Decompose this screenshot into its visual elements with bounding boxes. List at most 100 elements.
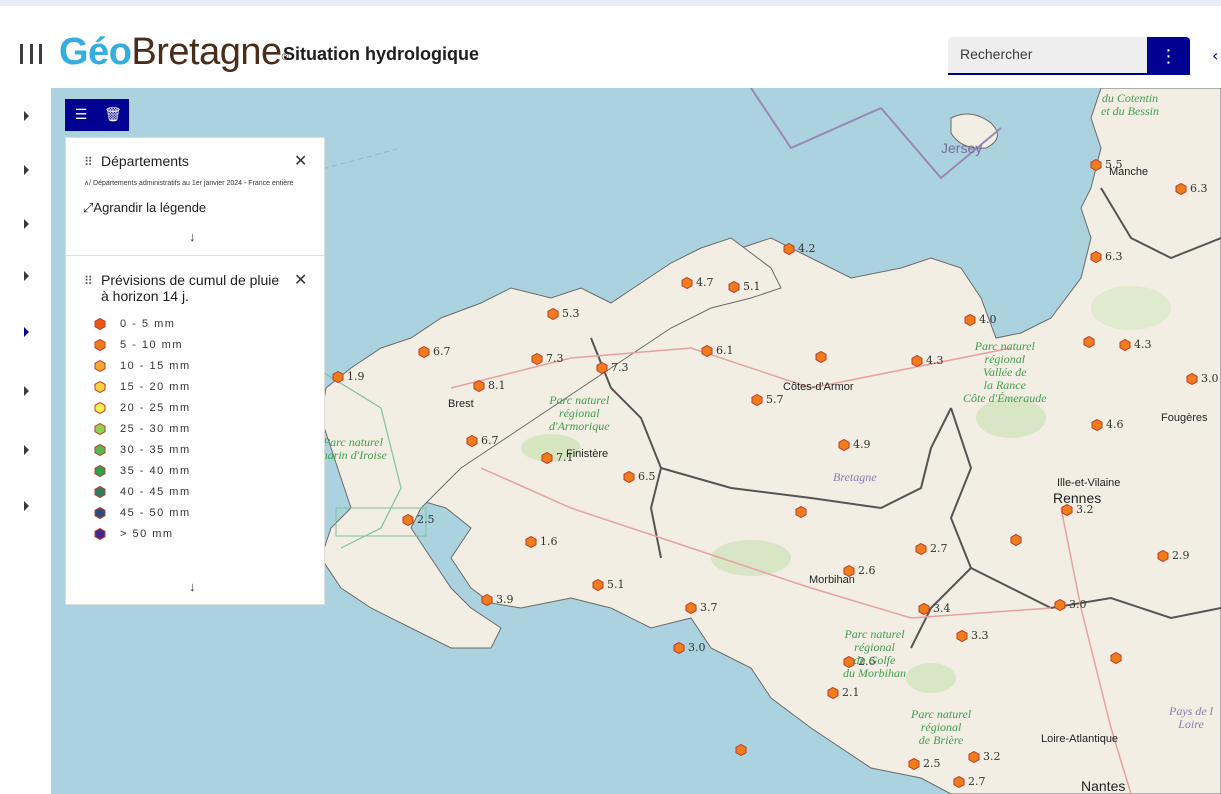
app-title: Situation hydrologique bbox=[283, 44, 479, 64]
legend-class-label: 30 - 35 mm bbox=[120, 444, 191, 456]
station-value: 8.1 bbox=[488, 379, 506, 392]
legend-class-item: 30 - 35 mm bbox=[94, 442, 294, 458]
hamburger-menu-icon[interactable] bbox=[20, 44, 42, 64]
park-golfe-label: Parc naturel régional du Golfe du Morbihan bbox=[843, 627, 906, 680]
arrow-down-icon[interactable]: ↓ bbox=[189, 579, 196, 594]
region-pays-de-loire: Pays de l Loire bbox=[1169, 704, 1213, 731]
station-value: 3.0 bbox=[1201, 372, 1219, 385]
station-value: 2.5 bbox=[417, 513, 435, 526]
hexagon-icon bbox=[94, 486, 106, 498]
sidebar-expand-icon[interactable] bbox=[24, 327, 29, 337]
close-icon[interactable]: ✕ bbox=[294, 151, 307, 171]
drag-handle-icon[interactable]: ⠿ bbox=[84, 155, 93, 169]
legend-class-item: 15 - 20 mm bbox=[94, 379, 294, 395]
legend-layer-title: Prévisions de cumul de pluie à horizon 1… bbox=[101, 272, 280, 304]
place-cotes-darmor: Côtes-d'Armor bbox=[783, 381, 854, 393]
station-value: 6.5 bbox=[638, 470, 656, 483]
station-value: 4.6 bbox=[1106, 418, 1124, 431]
expand-legend-link[interactable]: ⤢Agrandir la légende bbox=[83, 200, 206, 216]
place-brest: Brest bbox=[448, 398, 474, 410]
legend-class-label: 35 - 40 mm bbox=[120, 465, 191, 477]
legend-class-item: 25 - 30 mm bbox=[94, 421, 294, 437]
trash-icon[interactable]: 🗑 bbox=[97, 99, 129, 131]
station-value: 7.3 bbox=[611, 361, 629, 374]
station-value: 6.1 bbox=[716, 344, 734, 357]
legend-class-item: 40 - 45 mm bbox=[94, 484, 294, 500]
station-value: 7.3 bbox=[546, 352, 564, 365]
line-icon: ∧/ bbox=[84, 180, 94, 187]
station-value: 4.9 bbox=[853, 438, 871, 451]
legend-class-label: 5 - 10 mm bbox=[120, 339, 184, 351]
legend-class-label: 45 - 50 mm bbox=[120, 507, 191, 519]
station-value: 4.3 bbox=[1134, 338, 1152, 351]
place-rennes: Rennes bbox=[1053, 490, 1102, 506]
search-input[interactable]: Rechercher bbox=[948, 37, 1147, 75]
legend-class-item: 45 - 50 mm bbox=[94, 505, 294, 521]
station-value: 6.3 bbox=[1190, 182, 1208, 195]
legend-class-label: 25 - 30 mm bbox=[120, 423, 191, 435]
divider bbox=[66, 255, 324, 256]
hexagon-icon bbox=[94, 528, 106, 540]
vertical-dots-icon[interactable]: ⋮ bbox=[1147, 37, 1190, 75]
sidebar-expand-icon[interactable] bbox=[24, 271, 29, 281]
place-bretagne: Bretagne bbox=[833, 470, 877, 484]
sidebar-expand-icon[interactable] bbox=[24, 501, 29, 511]
park-rance-label: Parc naturel régional Vallée de la Rance Côt… bbox=[963, 339, 1047, 405]
station-value: 6.7 bbox=[481, 434, 499, 447]
station-value: 3.7 bbox=[700, 601, 718, 614]
station-value: 3.0 bbox=[1069, 598, 1087, 611]
station-value: 1.6 bbox=[540, 535, 558, 548]
legend-class-label: > 50 mm bbox=[120, 528, 174, 540]
legend-class-item: > 50 mm bbox=[94, 526, 294, 542]
hexagon-icon bbox=[94, 423, 106, 435]
station-value: 4.2 bbox=[798, 242, 816, 255]
legend-class-item: 35 - 40 mm bbox=[94, 463, 294, 479]
sidebar-expand-icon[interactable] bbox=[24, 219, 29, 229]
list-icon[interactable]: ☰ bbox=[65, 99, 97, 131]
station-value: 3.2 bbox=[983, 750, 1001, 763]
station-value: 6.7 bbox=[433, 345, 451, 358]
place-ille-et-vilaine: Ille-et-Vilaine bbox=[1057, 477, 1121, 489]
legend-class-label: 40 - 45 mm bbox=[120, 486, 191, 498]
arrow-down-icon[interactable]: ↓ bbox=[189, 229, 196, 244]
station-value: 3.0 bbox=[688, 641, 706, 654]
legend-class-item: 20 - 25 mm bbox=[94, 400, 294, 416]
hexagon-icon bbox=[94, 360, 106, 372]
station-value: 5.7 bbox=[766, 393, 784, 406]
sidebar-expand-icon[interactable] bbox=[24, 445, 29, 455]
legend-class-label: 15 - 20 mm bbox=[120, 381, 191, 393]
place-fougeres: Fougères bbox=[1161, 412, 1208, 424]
hexagon-icon bbox=[94, 339, 106, 351]
legend-class-item: 0 - 5 mm bbox=[94, 316, 294, 332]
park-iroise-label: Parc naturel marin d'Iroise bbox=[319, 435, 387, 462]
station-value: 3.9 bbox=[496, 593, 514, 606]
sidebar-expand-icon[interactable] bbox=[24, 386, 29, 396]
place-loire-atlantique: Loire-Atlantique bbox=[1041, 733, 1119, 745]
station-value: 4.7 bbox=[696, 276, 714, 289]
station-value: 6.3 bbox=[1105, 250, 1123, 263]
drag-handle-icon[interactable]: ⠿ bbox=[84, 274, 93, 288]
close-icon[interactable]: ✕ bbox=[294, 270, 307, 290]
legend-class-item: 5 - 10 mm bbox=[94, 337, 294, 353]
chevron-left-icon[interactable]: ‹ bbox=[1212, 46, 1218, 65]
legend-layer-subtitle: ∧/ Départements administratifs au 1er ja… bbox=[84, 180, 294, 187]
legend-toolbar: ☰ 🗑 bbox=[65, 99, 129, 131]
hexagon-icon bbox=[94, 444, 106, 456]
hexagon-icon bbox=[94, 465, 106, 477]
place-jersey: Jersey bbox=[941, 140, 983, 156]
legend-layer-title: Départements bbox=[101, 153, 189, 169]
station-value: 3.3 bbox=[971, 629, 989, 642]
station-value: 2.7 bbox=[968, 775, 986, 788]
top-header: GéoBretagne® Situation hydrologique Rech… bbox=[0, 0, 1221, 88]
station-value: 2.5 bbox=[923, 757, 941, 770]
geobretagne-logo[interactable]: GéoBretagne® bbox=[59, 30, 289, 74]
station-value: 3.4 bbox=[933, 602, 951, 615]
sidebar-expand-icon[interactable] bbox=[24, 165, 29, 175]
park-armorique-label: Parc naturel régional d'Armorique bbox=[549, 393, 610, 433]
station-value: 4.3 bbox=[926, 354, 944, 367]
station-value: 5.1 bbox=[743, 280, 761, 293]
layer-sidebar bbox=[0, 88, 51, 794]
station-value: 2.9 bbox=[1172, 549, 1190, 562]
sidebar-expand-icon[interactable] bbox=[24, 111, 29, 121]
place-morbihan: Morbihan bbox=[809, 574, 855, 586]
